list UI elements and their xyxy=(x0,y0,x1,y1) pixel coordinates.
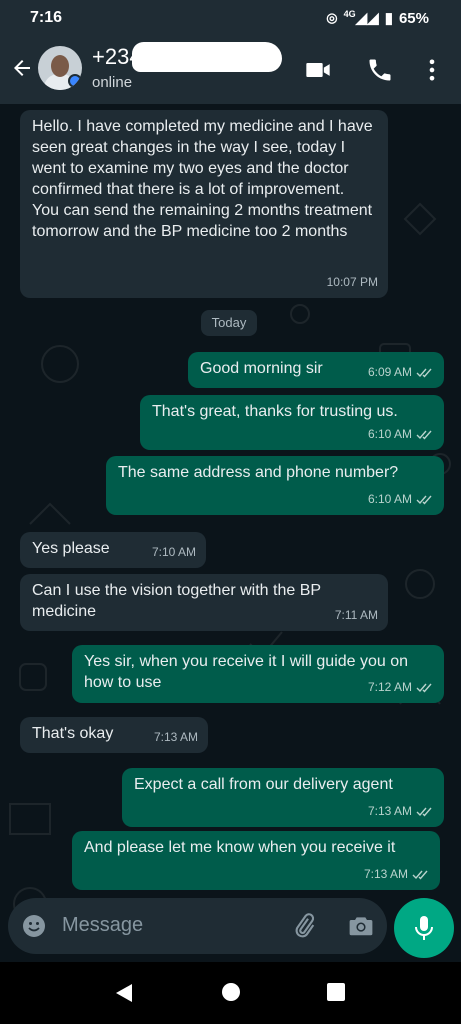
battery-level: 65% xyxy=(398,9,429,27)
message-bubble-incoming[interactable]: Hello. I have completed my medicine and … xyxy=(20,110,388,298)
signal-icon: 4G◢◢ xyxy=(343,9,379,27)
message-meta: 10:07 PM xyxy=(327,272,378,293)
microphone-icon xyxy=(415,916,433,940)
message-meta: 6:09 AM xyxy=(368,362,434,383)
message-text: Hello. I have completed my medicine and … xyxy=(32,118,373,240)
message-bubble-outgoing[interactable]: Good morning sir 6:09 AM xyxy=(188,352,444,388)
status-bar: 7:16 ◎ 4G◢◢ ▮ 65% xyxy=(0,0,461,36)
message-bubble-incoming[interactable]: Can I use the vision together with the B… xyxy=(20,574,388,631)
message-text: And please let me know when you receive … xyxy=(84,839,396,856)
message-text: That's great, thanks for trusting us. xyxy=(152,403,398,420)
back-arrow-icon[interactable] xyxy=(10,56,34,80)
message-meta: 7:12 AM xyxy=(368,677,434,698)
message-bubble-outgoing[interactable]: That's great, thanks for trusting us. 6:… xyxy=(140,395,444,450)
message-bubble-incoming[interactable]: Yes please 7:10 AM xyxy=(20,532,206,568)
read-ticks-icon xyxy=(416,807,432,817)
nav-recents-icon[interactable] xyxy=(326,982,346,1002)
battery-icon: ▮ xyxy=(384,10,393,27)
attachment-icon[interactable] xyxy=(290,912,318,940)
video-call-icon[interactable] xyxy=(304,56,332,84)
emoji-icon[interactable] xyxy=(22,914,46,938)
nav-back-icon[interactable] xyxy=(114,982,134,1004)
more-options-icon[interactable] xyxy=(418,56,446,84)
message-time: 7:13 AM xyxy=(367,804,412,818)
system-nav-bar xyxy=(0,962,461,1024)
voice-record-button[interactable] xyxy=(394,898,454,958)
message-placeholder: Message xyxy=(62,914,144,936)
chat-header: +234 online xyxy=(0,36,461,104)
message-bubble-outgoing[interactable]: The same address and phone number? 6:10 … xyxy=(106,456,444,515)
message-meta: 6:10 AM xyxy=(368,489,434,510)
message-text: Expect a call from our delivery agent xyxy=(134,776,393,793)
message-meta: 7:13 AM xyxy=(364,864,430,885)
message-time: 7:11 AM xyxy=(334,608,378,622)
message-time: 6:09 AM xyxy=(367,365,412,379)
message-time: 6:10 AM xyxy=(367,427,412,441)
composer-bar: Message xyxy=(0,890,461,962)
message-bubble-outgoing[interactable]: Expect a call from our delivery agent 7:… xyxy=(122,768,444,827)
message-meta: 6:10 AM xyxy=(368,424,434,445)
message-time: 10:07 PM xyxy=(326,275,378,289)
message-list[interactable]: Hello. I have completed my medicine and … xyxy=(0,104,461,962)
message-time: 7:10 AM xyxy=(151,545,196,559)
message-time: 7:13 AM xyxy=(153,730,198,744)
camera-icon[interactable] xyxy=(348,914,374,938)
message-meta: 7:13 AM xyxy=(154,727,198,748)
message-meta: 7:13 AM xyxy=(368,801,434,822)
avatar[interactable] xyxy=(38,46,82,90)
message-time: 6:10 AM xyxy=(367,492,412,506)
read-ticks-icon xyxy=(412,870,428,880)
message-bubble-incoming[interactable]: That's okay 7:13 AM xyxy=(20,717,208,753)
phone-icon[interactable] xyxy=(366,56,394,84)
message-time: 7:13 AM xyxy=(363,867,408,881)
message-meta: 7:10 AM xyxy=(152,542,196,563)
day-divider: Today xyxy=(201,310,257,336)
status-time: 7:16 xyxy=(30,9,63,26)
contact-status: online xyxy=(92,74,133,91)
message-bubble-outgoing[interactable]: And please let me know when you receive … xyxy=(72,831,440,890)
redaction-mark xyxy=(132,42,282,72)
message-time: 7:12 AM xyxy=(367,680,412,694)
read-ticks-icon xyxy=(416,368,432,378)
nav-home-icon[interactable] xyxy=(221,982,241,1002)
message-text: Can I use the vision together with the B… xyxy=(32,582,321,620)
read-ticks-icon xyxy=(416,430,432,440)
hotspot-icon: ◎ xyxy=(326,10,338,25)
read-ticks-icon xyxy=(416,495,432,505)
message-meta: 7:11 AM xyxy=(335,605,378,626)
network-type: 4G xyxy=(343,9,356,19)
message-bubble-outgoing[interactable]: Yes sir, when you receive it I will guid… xyxy=(72,645,444,703)
message-input[interactable]: Message xyxy=(8,898,387,954)
message-text: The same address and phone number? xyxy=(118,464,399,481)
read-ticks-icon xyxy=(416,683,432,693)
status-indicators: ◎ 4G◢◢ ▮ 65% xyxy=(326,9,429,27)
